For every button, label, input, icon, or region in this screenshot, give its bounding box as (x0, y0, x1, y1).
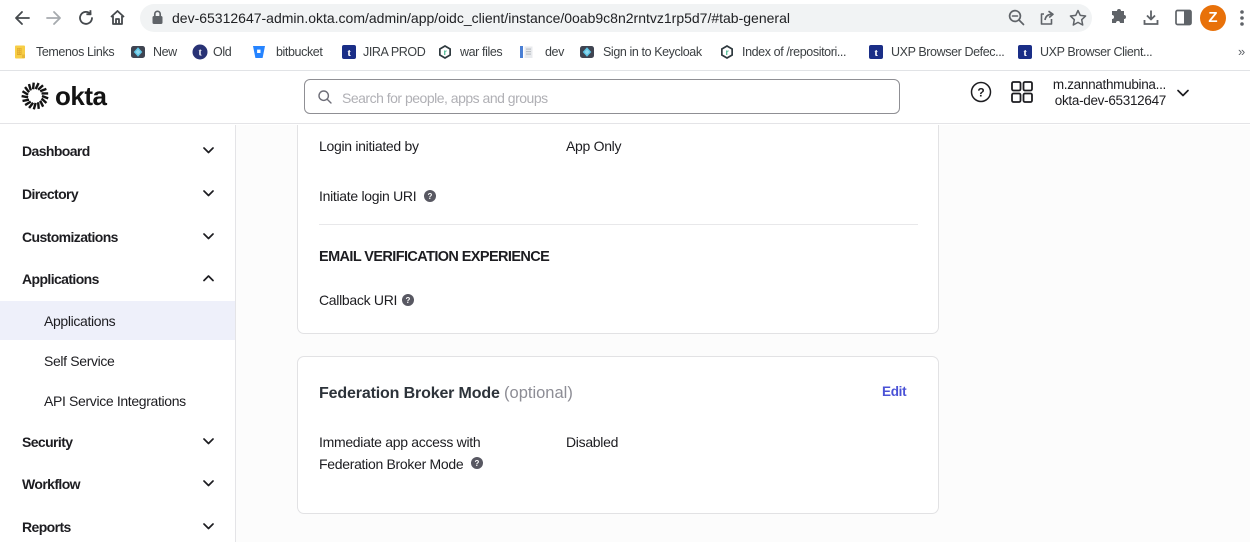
svg-text:?: ? (475, 459, 480, 468)
svg-text:?: ? (428, 192, 433, 201)
svg-text:r: r (444, 48, 447, 57)
svg-text:r: r (726, 48, 729, 57)
svg-text:?: ? (977, 86, 984, 100)
svg-text:?: ? (406, 296, 411, 305)
